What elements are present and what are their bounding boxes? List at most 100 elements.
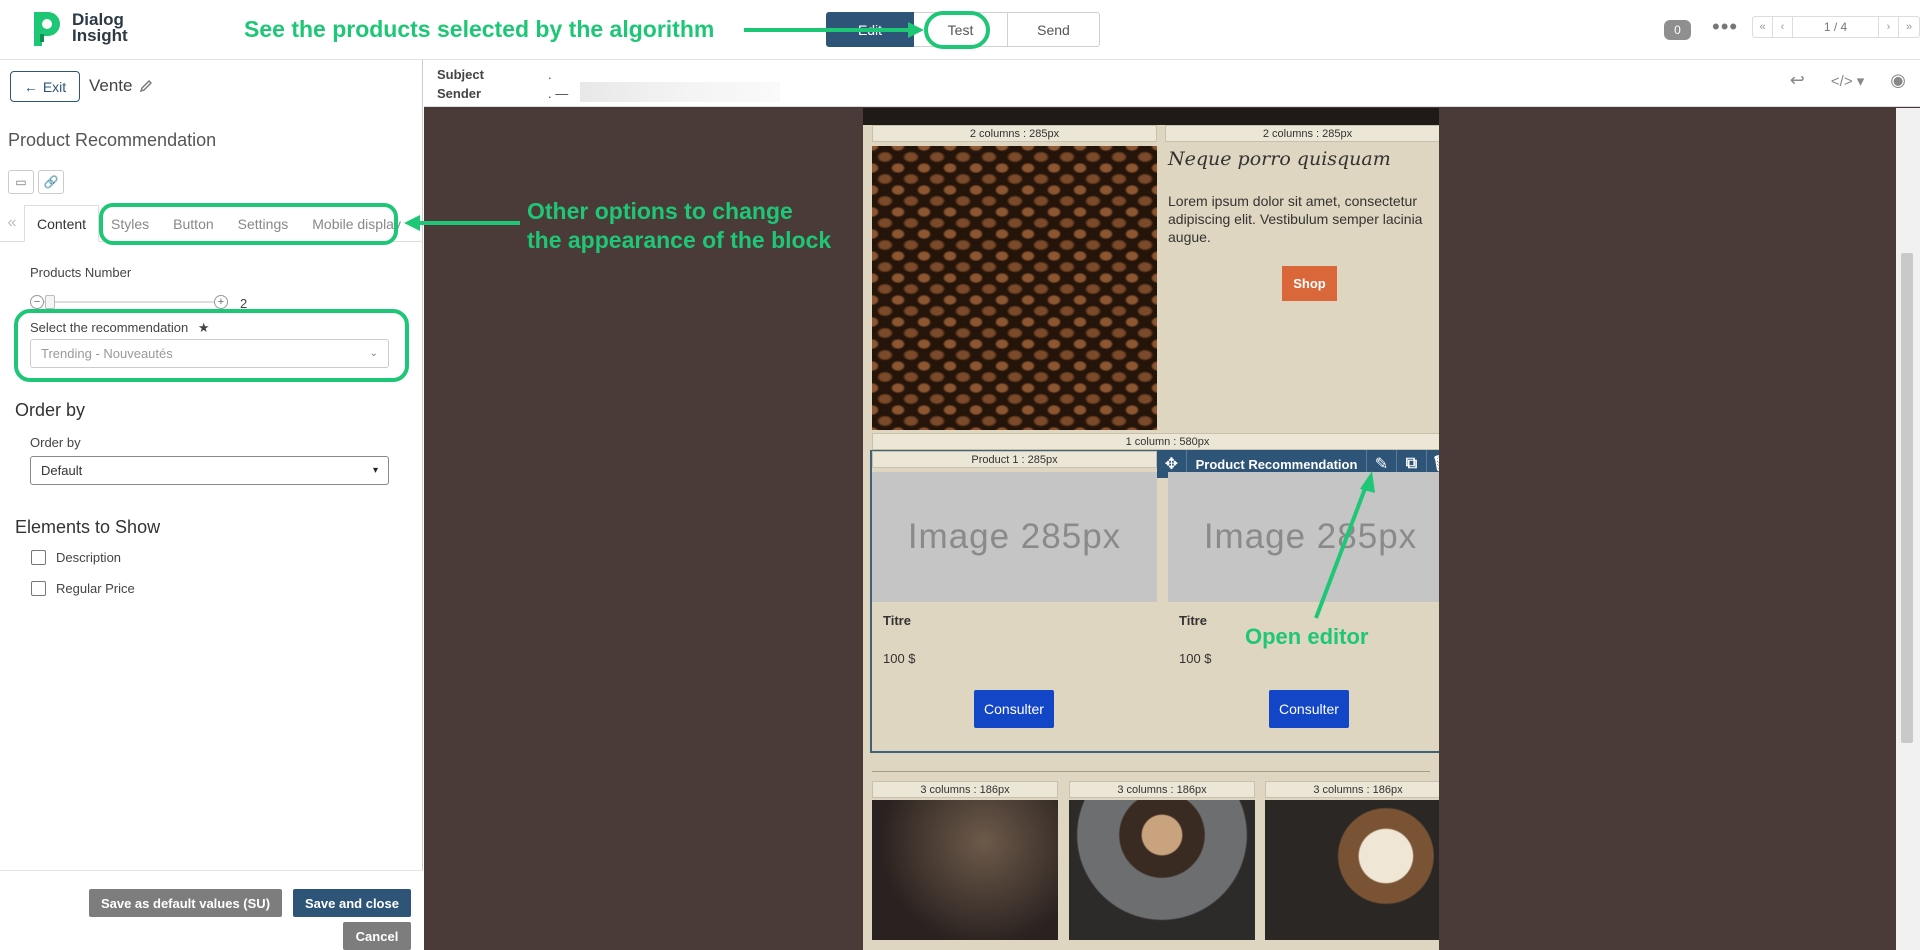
checkbox-regular-price[interactable]: Regular Price (31, 581, 135, 596)
order-by-select-value: Default (41, 463, 83, 478)
preview-scrollbar[interactable] (1896, 108, 1920, 950)
products-number-slider[interactable]: − + 2 (30, 292, 250, 312)
pager-next-button[interactable]: › (1879, 17, 1899, 37)
annotation-options: Other options to change the appearance o… (527, 197, 831, 255)
annotation-algorithm: See the products selected by the algorit… (244, 16, 715, 42)
checkbox-box[interactable] (31, 581, 46, 596)
coffee-beans-image[interactable] (872, 146, 1157, 430)
checkbox-regular-price-label: Regular Price (56, 581, 135, 596)
consult-button[interactable]: Consulter (974, 690, 1054, 728)
pager: « ‹ 1 / 4 › » (1752, 16, 1920, 38)
panel-title: Product Recommendation (8, 130, 217, 150)
save-default-button[interactable]: Save as default values (SU) (89, 889, 282, 917)
block-settings-panel: ← Exit Vente Product Recommendation ▭ 🔗 … (0, 60, 423, 950)
tabs-prev-icon[interactable]: « (0, 214, 24, 241)
save-and-close-button[interactable]: Save and close (293, 889, 411, 917)
shop-button[interactable]: Shop (1282, 266, 1337, 301)
content-heading[interactable]: Neque porro quisquam (1168, 148, 1391, 170)
select-recommendation-label: Select the recommendation ★ (30, 320, 210, 336)
recommendation-select[interactable]: Trending - Nouveautés ⌄ (30, 339, 389, 368)
product-image-placeholder[interactable]: Image 285px (1168, 472, 1439, 602)
exit-button[interactable]: ← Exit (10, 71, 80, 102)
divider (872, 771, 1430, 772)
email-top-strip (863, 108, 1439, 125)
chevron-down-icon: ▾ (372, 465, 378, 476)
column-label: 3 columns : 186px (872, 781, 1058, 798)
sender-label: Sender (437, 86, 482, 101)
link-icon[interactable]: 🔗 (38, 170, 64, 194)
recommendation-select-value: Trending - Nouveautés (41, 346, 173, 361)
select-recommendation-label-text: Select the recommendation (30, 320, 189, 335)
subject-label: Subject (437, 67, 484, 82)
panel-actions: Save as default values (SU) Save and clo… (0, 870, 423, 950)
comment-icon[interactable]: ▭ (8, 170, 34, 194)
document-name-text: Vente (89, 76, 133, 95)
document-name: Vente (89, 76, 153, 96)
settings-tabs: « Content Styles Button Settings Mobile … (0, 205, 423, 242)
email-header: Subject . Sender . — ↩ </> ▾ ◉ (424, 60, 1920, 107)
checkbox-description-label: Description (56, 550, 122, 565)
pager-prev-button[interactable]: ‹ (1773, 17, 1793, 37)
pager-first-button[interactable]: « (1753, 17, 1773, 37)
checkbox-box[interactable] (31, 550, 46, 565)
more-options-icon[interactable]: ••• (1712, 14, 1738, 40)
photo-coffee-croissant[interactable] (1265, 800, 1439, 940)
logo[interactable]: Dialog Insight (30, 8, 128, 48)
slider-track (40, 301, 220, 303)
tab-mobile-display[interactable]: Mobile display (300, 216, 413, 241)
product-price: 100 $ (883, 651, 916, 666)
reply-icon[interactable]: ↩ (1790, 70, 1805, 91)
sender-redacted (580, 82, 780, 102)
product-image-placeholder[interactable]: Image 285px (872, 472, 1157, 602)
subject-value: . (548, 67, 552, 82)
step-send-button[interactable]: Send (1007, 12, 1100, 47)
order-by-section-title: Order by (15, 400, 86, 420)
product-label: Product 1 : 285px (872, 451, 1157, 468)
photo-reading-coffee[interactable] (872, 800, 1058, 940)
column-label: 3 columns : 186px (1069, 781, 1255, 798)
annotation-open-editor: Open editor (1245, 624, 1369, 649)
column-label: 3 columns : 186px (1265, 781, 1439, 798)
tab-styles[interactable]: Styles (99, 216, 161, 241)
sender-value: . — (548, 86, 569, 101)
product-title: Titre (1179, 613, 1207, 628)
consult-button[interactable]: Consulter (1269, 690, 1349, 728)
preview-area: Subject . Sender . — ↩ </> ▾ ◉ 2 columns… (424, 60, 1920, 950)
tab-button[interactable]: Button (161, 216, 225, 241)
slider-minus-icon[interactable]: − (30, 295, 44, 309)
cancel-button[interactable]: Cancel (343, 922, 411, 950)
slider-plus-icon[interactable]: + (214, 295, 228, 309)
logo-line-2: Insight (72, 26, 128, 45)
pager-page-indicator: 1 / 4 (1793, 17, 1879, 37)
step-edit-button[interactable]: Edit (826, 12, 914, 47)
eye-preview-icon[interactable]: ◉ (1890, 70, 1906, 91)
checkbox-description[interactable]: Description (31, 550, 121, 565)
product-price: 100 $ (1179, 651, 1212, 666)
logo-icon (30, 8, 64, 48)
annotation-options-line-1: Other options to change (527, 198, 793, 224)
code-view-icon[interactable]: </> ▾ (1831, 72, 1864, 90)
products-number-value: 2 (240, 296, 248, 311)
required-star-icon: ★ (197, 320, 210, 335)
column-label: 1 column : 580px (872, 433, 1439, 450)
logo-text: Dialog Insight (72, 11, 128, 45)
annotation-options-line-2: the appearance of the block (527, 227, 832, 253)
order-by-select[interactable]: Default ▾ (30, 456, 389, 485)
edit-name-pencil-icon[interactable] (139, 79, 153, 93)
order-by-label: Order by (30, 435, 81, 450)
tab-content[interactable]: Content (24, 205, 100, 242)
arrow-left-icon: ← (23, 78, 38, 95)
column-label: 2 columns : 285px (1165, 125, 1439, 142)
product-title: Titre (883, 613, 911, 628)
slider-thumb[interactable] (45, 295, 55, 309)
step-test-button[interactable]: Test (914, 12, 1007, 47)
exit-label: Exit (42, 78, 67, 95)
pager-last-button[interactable]: » (1899, 17, 1919, 37)
chevron-down-icon: ⌄ (369, 348, 378, 359)
products-number-label: Products Number (30, 265, 132, 280)
elements-section-title: Elements to Show (15, 517, 161, 537)
tab-settings[interactable]: Settings (226, 216, 301, 241)
scrollbar-thumb[interactable] (1901, 253, 1913, 743)
photo-barista[interactable] (1069, 800, 1255, 940)
content-body[interactable]: Lorem ipsum dolor sit amet, consectetur … (1168, 192, 1428, 246)
